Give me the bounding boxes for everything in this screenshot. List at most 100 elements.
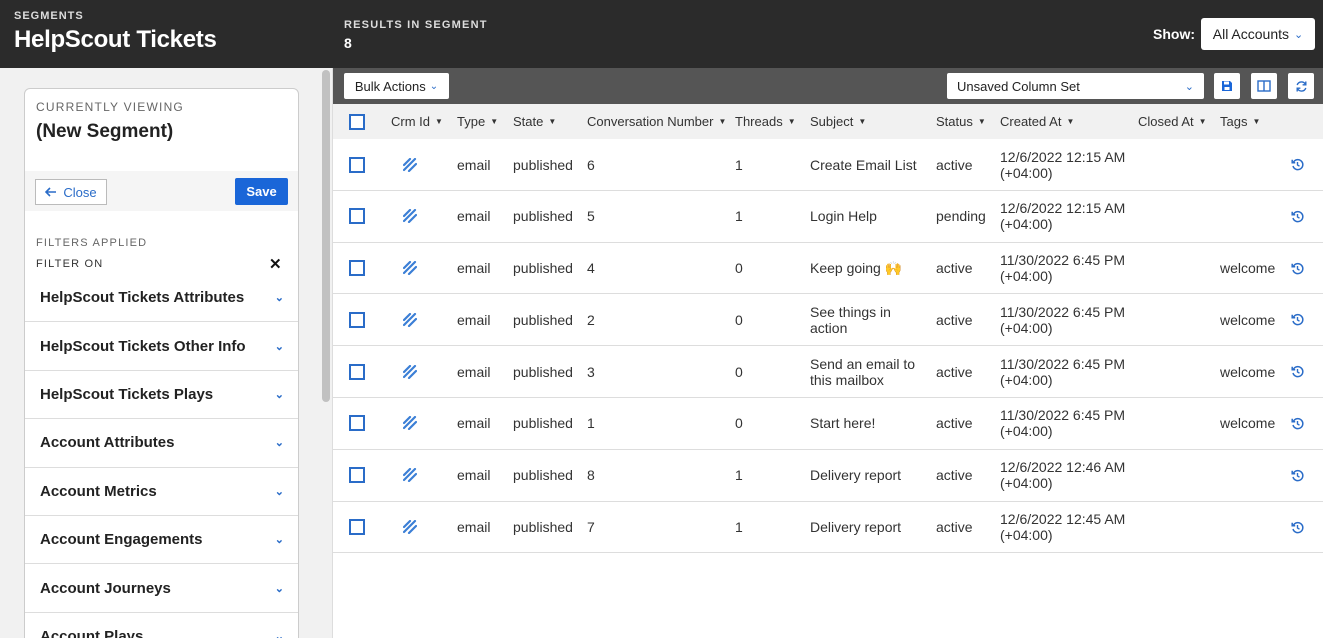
results-table: Crm Id ▼ Type ▼ State ▼ Conversation Number… [333,104,1323,638]
bulk-actions-button[interactable]: Bulk Actions ⌄ [344,73,449,99]
chevron-down-icon: ⌄ [274,292,284,305]
filter-group[interactable]: HelpScout Tickets Plays ⌄ [25,371,298,420]
results-label: RESULTS IN SEGMENT [344,19,488,31]
column-header-label: Crm Id [391,114,430,129]
row-conversation-number: 5 [587,208,595,225]
row-threads: 1 [735,156,743,173]
column-set-value: Unsaved Column Set [957,78,1080,94]
row-threads: 1 [735,208,743,225]
helpscout-logo-icon[interactable] [403,398,417,449]
column-header-conversation-number[interactable]: Conversation Number ▼ [587,104,726,139]
row-checkbox[interactable] [349,139,365,190]
column-header-type[interactable]: Type ▼ [457,104,498,139]
bulk-actions-label: Bulk Actions [354,78,426,94]
row-subject: See things in action [810,303,891,336]
accounts-dropdown[interactable]: All Accounts ⌄ [1201,18,1315,50]
filter-group-label: HelpScout Tickets Plays [40,385,214,403]
history-icon[interactable] [1291,346,1304,397]
helpscout-logo-icon[interactable] [403,450,417,501]
chevron-down-icon: ⌄ [1184,80,1194,93]
sort-caret-icon: ▼ [977,117,986,126]
filter-group-label: Account Journeys [40,579,171,597]
close-button[interactable]: Close [35,179,107,205]
history-icon[interactable] [1291,398,1304,449]
filter-group[interactable]: Account Metrics ⌄ [25,468,298,516]
table-row[interactable]: email published 6 1 Create Email List active 1… [333,139,1323,191]
chevron-down-icon: ⌄ [429,80,439,92]
row-checkbox[interactable] [349,191,365,242]
save-column-set-button[interactable] [1214,73,1240,99]
row-subject: Delivery report [810,519,902,536]
row-checkbox[interactable] [349,294,365,345]
row-created-at: 12/6/2022 12:45 AM (+04:00) [1000,511,1126,544]
clear-filters-icon[interactable]: ✕ [269,255,282,273]
row-status: active [936,156,973,173]
helpscout-logo-icon[interactable] [403,294,417,345]
chevron-down-icon: ⌄ [1294,28,1304,41]
table-row[interactable]: email published 8 1 Delivery report active 12/… [333,450,1323,502]
row-checkbox[interactable] [349,398,365,449]
helpscout-logo-icon[interactable] [403,346,417,397]
history-icon[interactable] [1291,243,1304,294]
helpscout-logo-icon[interactable] [403,502,417,553]
column-header-label: Closed At [1138,114,1194,129]
column-set-dropdown[interactable]: Unsaved Column Set ⌄ [947,73,1204,99]
sort-caret-icon: ▼ [548,117,557,126]
helpscout-logo-icon[interactable] [403,139,417,190]
column-header-closed-at[interactable]: Closed At ▼ [1138,104,1207,139]
row-checkbox[interactable] [349,243,365,294]
select-all-checkbox[interactable] [349,104,365,139]
table-row[interactable]: email published 4 0 Keep going 🙌 active 11/30/… [333,243,1323,295]
segment-sidebar: CURRENTLY VIEWING (New Segment) Close Sa… [0,68,333,638]
column-header-subject[interactable]: Subject ▼ [810,104,866,139]
filter-group[interactable]: Account Attributes ⌄ [25,419,298,468]
row-conversation-number: 6 [587,156,595,173]
row-state: published [513,311,573,328]
row-type: email [457,467,491,484]
table-row[interactable]: email published 2 0 See things in action acti… [333,294,1323,347]
columns-button[interactable] [1251,73,1277,99]
history-icon[interactable] [1291,191,1304,242]
filter-list: HelpScout Tickets Attributes ⌄ HelpScout … [25,274,298,638]
table-row[interactable]: email published 3 0 Send an email to this ma… [333,346,1323,398]
filter-group[interactable]: Account Journeys ⌄ [25,564,298,613]
row-conversation-number: 8 [587,467,595,484]
filter-group[interactable]: HelpScout Tickets Attributes ⌄ [25,274,298,323]
segment-name: (New Segment) [36,121,174,142]
column-header-status[interactable]: Status ▼ [936,104,986,139]
history-icon[interactable] [1291,450,1304,501]
history-icon[interactable] [1291,294,1304,345]
table-row[interactable]: email published 1 0 Start here! active 11/30/2… [333,398,1323,450]
row-checkbox[interactable] [349,450,365,501]
row-conversation-number: 4 [587,260,595,277]
column-header-state[interactable]: State ▼ [513,104,556,139]
filter-group-label: Account Plays [40,627,144,638]
helpscout-logo-icon[interactable] [403,191,417,242]
refresh-button[interactable] [1288,73,1314,99]
table-row[interactable]: email published 5 1 Login Help pending 12/6/20… [333,191,1323,243]
table-row[interactable]: email published 7 1 Delivery report active 12/… [333,502,1323,554]
filter-group[interactable]: Account Plays ⌄ [25,613,298,638]
filter-group[interactable]: HelpScout Tickets Other Info ⌄ [25,322,298,371]
sidebar-scrollbar-thumb[interactable] [322,70,330,402]
filter-group[interactable]: Account Engagements ⌄ [25,516,298,565]
row-status: active [936,467,973,484]
column-header-threads[interactable]: Threads ▼ [735,104,796,139]
columns-icon [1257,80,1271,92]
helpscout-logo-icon[interactable] [403,243,417,294]
column-header-created-at[interactable]: Created At ▼ [1000,104,1074,139]
history-icon[interactable] [1291,139,1304,190]
column-header-tags[interactable]: Tags ▼ [1220,104,1260,139]
row-checkbox[interactable] [349,346,365,397]
sort-caret-icon: ▼ [435,117,443,126]
history-icon[interactable] [1291,502,1304,553]
accounts-dropdown-value: All Accounts [1212,26,1290,42]
row-checkbox[interactable] [349,502,365,553]
column-header-crm-id[interactable]: Crm Id ▼ [391,104,443,139]
column-header-label: Subject [810,114,854,129]
row-conversation-number: 7 [587,519,595,536]
row-status: active [936,260,973,277]
results-count: 8 [344,35,352,51]
filter-group-label: Account Attributes [40,434,175,452]
save-button[interactable]: Save [235,178,288,205]
